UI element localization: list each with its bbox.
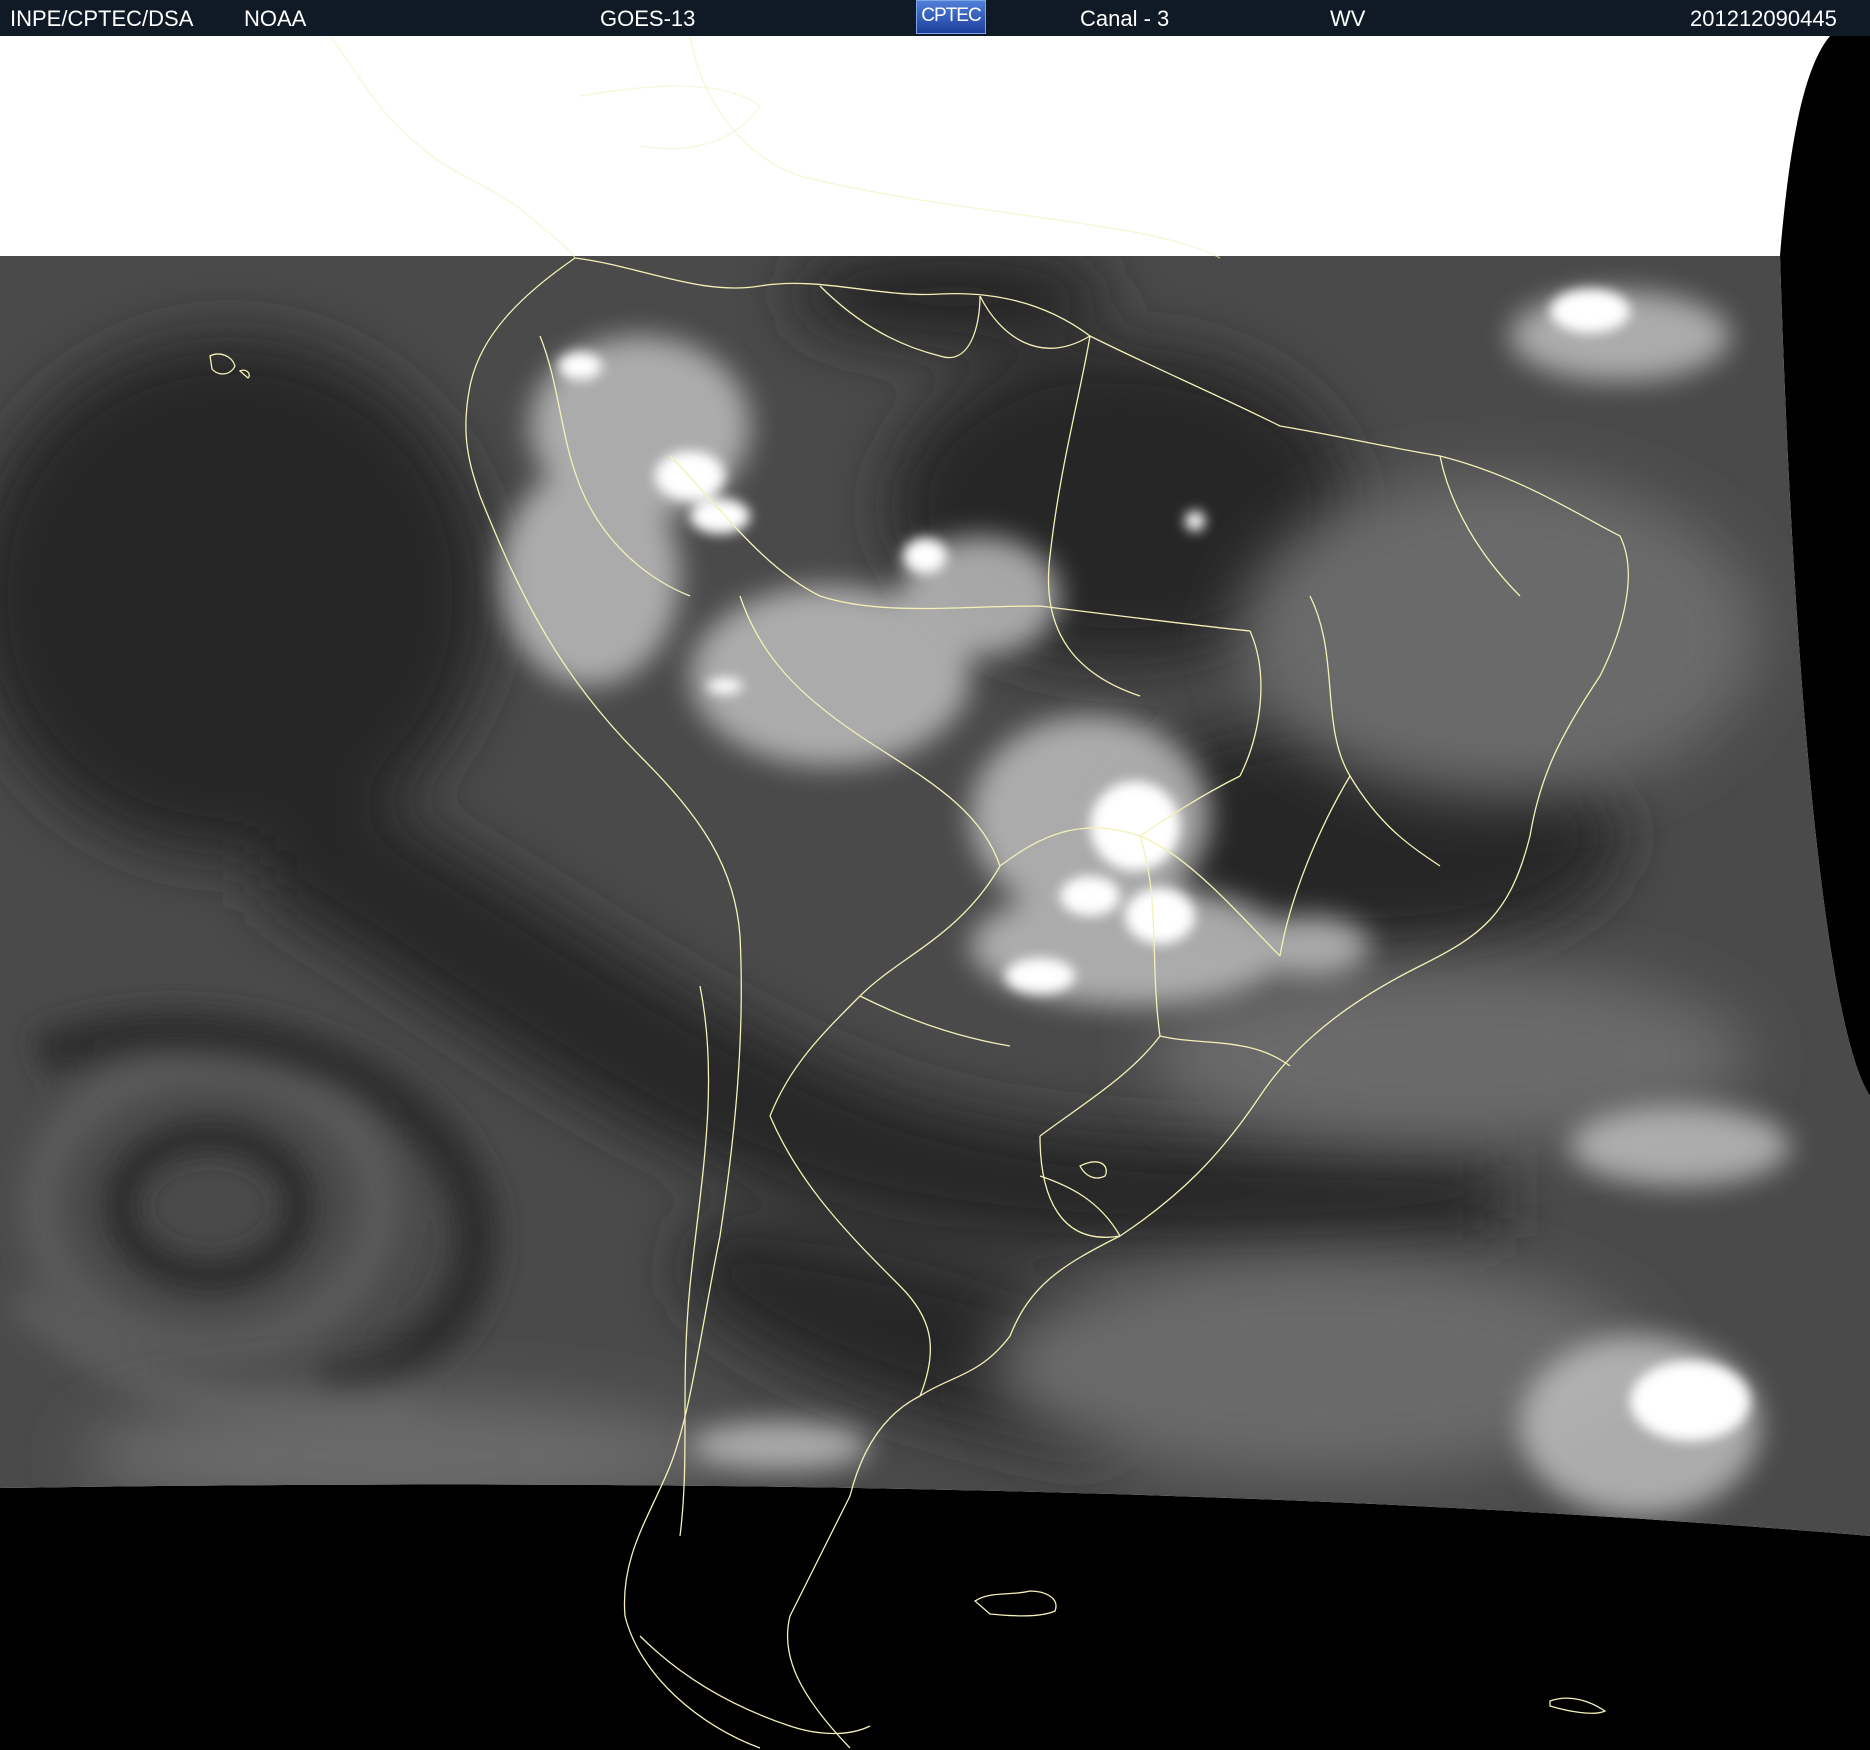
cptec-logo: CPTEC (916, 0, 986, 34)
no-data-region (0, 36, 1870, 256)
band-label: WV (1330, 6, 1366, 31)
channel-label: Canal - 3 (1080, 6, 1170, 31)
image-header-bar: INPE/CPTEC/DSA NOAA GOES-13 CPTEC Canal … (0, 0, 1870, 36)
agency-label: NOAA (244, 6, 307, 31)
imagery-layer (0, 256, 1870, 1536)
institution-label: INPE/CPTEC/DSA (10, 6, 194, 31)
satellite-label: GOES-13 (600, 6, 696, 31)
water-vapor-satellite-image (0, 36, 1870, 1750)
timestamp-label: 201212090445 (1690, 6, 1837, 31)
